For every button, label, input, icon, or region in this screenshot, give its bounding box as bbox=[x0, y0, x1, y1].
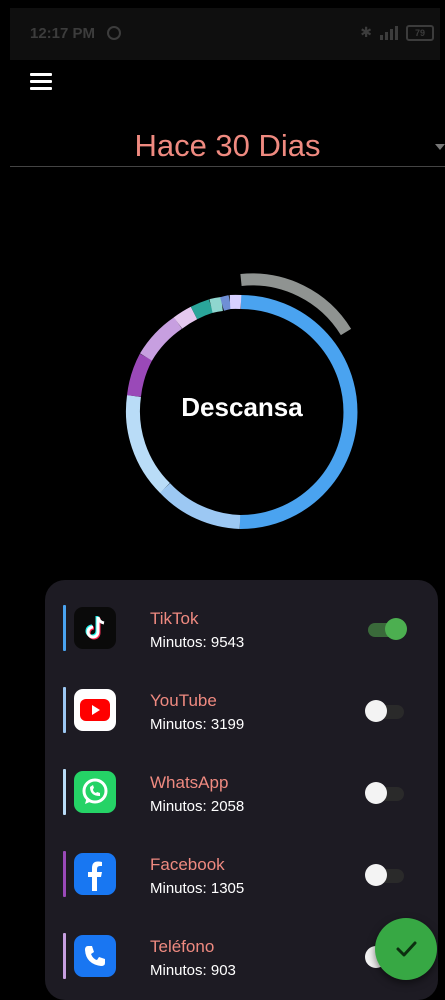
hamburger-menu-icon[interactable] bbox=[30, 73, 52, 91]
color-indicator bbox=[63, 687, 66, 733]
app-minutes: Minutos: 9543 bbox=[150, 634, 244, 651]
toggle-youtube[interactable] bbox=[365, 700, 407, 720]
donut-segment-facebook bbox=[134, 357, 146, 396]
app-minutes: Minutos: 2058 bbox=[150, 798, 244, 815]
tiktok-icon bbox=[74, 607, 116, 649]
status-time: 12:17 PM bbox=[30, 25, 95, 42]
list-item-tiktok: TikTok Minutos: 9543 bbox=[45, 580, 438, 662]
toggle-whatsapp[interactable] bbox=[365, 782, 407, 802]
donut-segment-other-1 bbox=[178, 313, 194, 323]
app-name: TikTok bbox=[150, 609, 199, 629]
app-minutes: Minutos: 903 bbox=[150, 962, 236, 979]
app-name: Facebook bbox=[150, 855, 225, 875]
battery-icon: 79 bbox=[406, 25, 434, 41]
color-indicator bbox=[63, 769, 66, 815]
facebook-icon bbox=[74, 853, 116, 895]
list-item-facebook: Facebook Minutos: 1305 bbox=[45, 826, 438, 908]
app-minutes: Minutos: 1305 bbox=[150, 880, 244, 897]
whatsapp-icon bbox=[74, 771, 116, 813]
list-item-youtube: YouTube Minutos: 3199 bbox=[45, 662, 438, 744]
check-icon bbox=[375, 918, 437, 980]
color-indicator bbox=[63, 851, 66, 897]
app-minutes: Minutos: 3199 bbox=[150, 716, 244, 733]
donut-segment-other-2 bbox=[194, 306, 211, 313]
alarm-icon bbox=[107, 26, 121, 40]
phone-icon bbox=[74, 935, 116, 977]
donut-segment-youtube bbox=[165, 488, 240, 522]
donut-center-label: Descansa bbox=[117, 392, 367, 423]
time-range-dropdown[interactable]: Hace 30 Dias bbox=[10, 120, 445, 167]
status-icons: ✱ 79 bbox=[360, 24, 434, 41]
bluetooth-icon: ✱ bbox=[360, 24, 372, 41]
donut-segment-telefono bbox=[146, 323, 178, 357]
youtube-icon bbox=[74, 689, 116, 731]
list-item-whatsapp: WhatsApp Minutos: 2058 bbox=[45, 744, 438, 826]
status-bar: 12:17 PM ✱ 79 bbox=[10, 8, 440, 60]
confirm-fab-button[interactable] bbox=[375, 918, 437, 980]
donut-segment-other-3 bbox=[211, 304, 222, 306]
signal-icon bbox=[380, 26, 398, 40]
app-name: WhatsApp bbox=[150, 773, 228, 793]
app-name: YouTube bbox=[150, 691, 217, 711]
color-indicator bbox=[63, 605, 66, 651]
toggle-tiktok[interactable] bbox=[365, 618, 407, 638]
time-range-label: Hace 30 Dias bbox=[10, 128, 445, 164]
app-name: Teléfono bbox=[150, 937, 214, 957]
toggle-facebook[interactable] bbox=[365, 864, 407, 884]
color-indicator bbox=[63, 933, 66, 979]
donut-segment-other-4 bbox=[222, 302, 230, 304]
dropdown-arrow-icon bbox=[435, 144, 445, 150]
